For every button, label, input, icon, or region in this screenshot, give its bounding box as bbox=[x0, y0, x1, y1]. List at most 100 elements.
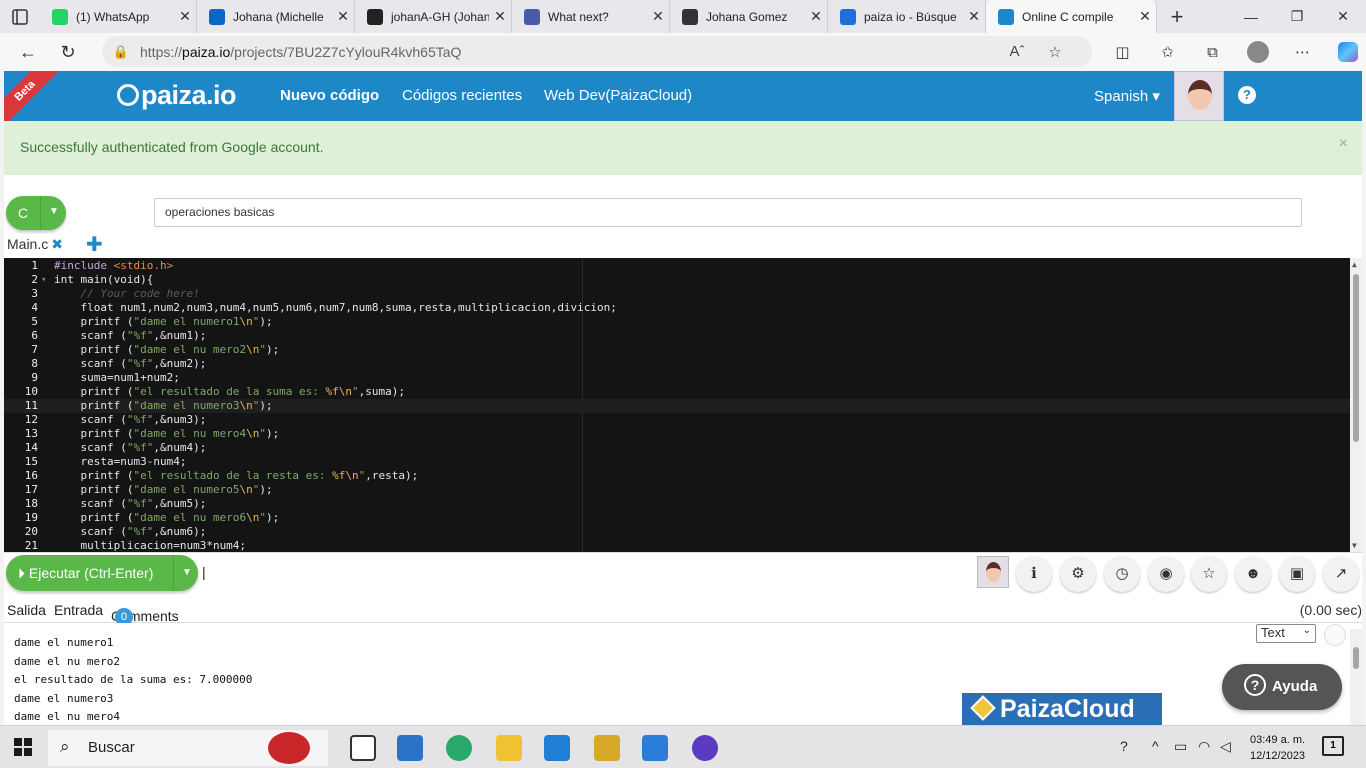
code-text[interactable]: resta=num3-num4; bbox=[54, 455, 186, 469]
project-title-input[interactable]: operaciones basicas bbox=[154, 198, 1302, 227]
add-file-icon[interactable]: ✚ bbox=[86, 232, 103, 257]
owner-avatar[interactable] bbox=[977, 556, 1009, 588]
restore-button[interactable]: ❐ bbox=[1274, 0, 1320, 33]
code-text[interactable]: printf ("el resultado de la resta es: %f… bbox=[54, 469, 418, 483]
collections-icon[interactable]: ⧉ bbox=[1190, 44, 1235, 61]
code-text[interactable]: printf ("dame el numero3\n"); bbox=[54, 399, 272, 413]
mail-icon[interactable] bbox=[397, 735, 423, 761]
copilot-taskbar-icon[interactable] bbox=[692, 735, 718, 761]
split-screen-icon[interactable]: ◫ bbox=[1100, 43, 1145, 61]
azure-data-studio-icon[interactable] bbox=[642, 735, 668, 761]
file-tab-label[interactable]: Main.c bbox=[7, 236, 48, 252]
browser-tab[interactable]: Online C compile ✕ bbox=[986, 0, 1157, 33]
close-window-button[interactable]: ✕ bbox=[1320, 0, 1366, 33]
close-tab-icon[interactable]: ✕ bbox=[963, 8, 985, 25]
gear-icon[interactable]: ⚙ bbox=[1060, 556, 1096, 592]
code-line[interactable]: 13 printf ("dame el nu mero4\n"); bbox=[4, 427, 1350, 441]
close-tab-icon[interactable]: ✕ bbox=[332, 8, 354, 25]
url-text[interactable]: https://paiza.io/projects/7BU2Z7cYylouR4… bbox=[140, 44, 461, 60]
browser-tab[interactable]: Johana (Michelle ✕ bbox=[197, 0, 355, 33]
chevron-down-icon[interactable]: ▼ bbox=[49, 206, 59, 217]
code-text[interactable]: scanf ("%f",&num6); bbox=[54, 525, 206, 539]
code-editor[interactable]: 1 #include <stdio.h> 2 ▾ int main(void){3 //… bbox=[4, 258, 1362, 552]
language-dropdown[interactable]: Spanish ▾ bbox=[1094, 87, 1160, 105]
code-text[interactable]: // Your code here! bbox=[54, 287, 200, 301]
back-button[interactable]: ← bbox=[8, 33, 48, 71]
reload-button[interactable]: ↻ bbox=[48, 33, 88, 71]
code-text[interactable]: multiplicacion=num3*num4; bbox=[54, 539, 246, 552]
star-icon[interactable]: ☆ bbox=[1191, 556, 1227, 592]
nav-webdev-paizacloud[interactable]: Web Dev(PaizaCloud) bbox=[544, 87, 692, 104]
edge-icon[interactable] bbox=[446, 735, 472, 761]
minimize-button[interactable]: — bbox=[1228, 0, 1274, 33]
start-button[interactable] bbox=[14, 738, 32, 756]
code-line[interactable]: 4 float num1,num2,num3,num4,num5,num6,nu… bbox=[4, 301, 1350, 315]
app-icon[interactable] bbox=[594, 735, 620, 761]
stdin-input[interactable]: | bbox=[202, 564, 206, 580]
nav-new-code[interactable]: Nuevo código bbox=[280, 87, 379, 104]
taskbar-search[interactable]: ⌕ Buscar bbox=[48, 730, 328, 766]
code-text[interactable]: printf ("dame el nu mero4\n"); bbox=[54, 427, 279, 441]
code-line[interactable]: 11 printf ("dame el numero3\n"); bbox=[4, 399, 1350, 413]
code-text[interactable]: printf ("dame el numero5\n"); bbox=[54, 483, 272, 497]
code-line[interactable]: 5 printf ("dame el numero1\n"); bbox=[4, 315, 1350, 329]
close-tab-icon[interactable]: ✕ bbox=[805, 8, 827, 25]
code-line[interactable]: 16 printf ("el resultado de la resta es:… bbox=[4, 469, 1350, 483]
code-line[interactable]: 20 scanf ("%f",&num6); bbox=[4, 525, 1350, 539]
help-tray-icon[interactable]: ? bbox=[1120, 738, 1128, 754]
browser-tab[interactable]: johanA-GH (Johan ✕ bbox=[355, 0, 512, 33]
language-select-button[interactable]: C ▼ bbox=[6, 196, 66, 230]
code-line[interactable]: 12 scanf ("%f",&num3); bbox=[4, 413, 1350, 427]
github-icon[interactable]: ◉ bbox=[1148, 556, 1184, 592]
lock-icon[interactable]: 🔒 bbox=[102, 44, 140, 60]
volume-icon[interactable]: ◁ bbox=[1220, 738, 1231, 755]
copy-output-button[interactable] bbox=[1324, 624, 1346, 646]
code-line[interactable]: 2 ▾ int main(void){ bbox=[4, 273, 1350, 287]
notifications-icon[interactable]: 1 bbox=[1322, 736, 1344, 756]
code-line[interactable]: 7 printf ("dame el nu mero2\n"); bbox=[4, 343, 1350, 357]
output-format-select[interactable]: Text ⌄ bbox=[1256, 624, 1316, 643]
info-icon[interactable]: ℹ bbox=[1016, 556, 1052, 592]
close-file-icon[interactable]: ✖ bbox=[51, 236, 63, 252]
close-tab-icon[interactable]: ✕ bbox=[647, 8, 669, 25]
more-menu-icon[interactable]: ⋯ bbox=[1280, 43, 1325, 61]
code-line[interactable]: 10 printf ("el resultado de la suma es: … bbox=[4, 385, 1350, 399]
close-icon[interactable]: × bbox=[1339, 135, 1348, 153]
code-text[interactable]: scanf ("%f",&num1); bbox=[54, 329, 206, 343]
code-text[interactable]: scanf ("%f",&num2); bbox=[54, 357, 206, 371]
output-scrollbar[interactable] bbox=[1350, 629, 1362, 725]
code-line[interactable]: 19 printf ("dame el nu mero6\n"); bbox=[4, 511, 1350, 525]
code-text[interactable]: suma=num1+num2; bbox=[54, 371, 179, 385]
code-line[interactable]: 1 #include <stdio.h> bbox=[4, 259, 1350, 273]
code-text[interactable]: int main(void){ bbox=[54, 273, 153, 287]
share-icon[interactable]: ↗ bbox=[1323, 556, 1359, 592]
chevron-up-icon[interactable]: ^ bbox=[1152, 738, 1159, 754]
profile-avatar[interactable] bbox=[1235, 41, 1280, 63]
browser-tab[interactable]: paiza io - Búsque ✕ bbox=[828, 0, 986, 33]
copilot-icon[interactable] bbox=[1325, 42, 1366, 62]
history-icon[interactable]: ◷ bbox=[1104, 556, 1140, 592]
favorite-star-icon[interactable]: ☆ bbox=[1036, 43, 1074, 61]
code-line[interactable]: 8 scanf ("%f",&num2); bbox=[4, 357, 1350, 371]
wifi-icon[interactable]: ◠ bbox=[1198, 738, 1210, 755]
code-text[interactable]: #include <stdio.h> bbox=[54, 259, 173, 273]
fold-toggle-icon[interactable]: ▾ bbox=[41, 273, 46, 287]
address-bar[interactable]: 🔒 https://paiza.io/projects/7BU2Z7cYylou… bbox=[102, 36, 1092, 67]
user-avatar[interactable] bbox=[1174, 71, 1224, 121]
new-tab-button[interactable]: + bbox=[1157, 4, 1197, 30]
code-text[interactable]: printf ("el resultado de la suma es: %f\… bbox=[54, 385, 405, 399]
tab-output[interactable]: Salida bbox=[7, 602, 46, 618]
close-tab-icon[interactable]: ✕ bbox=[489, 8, 511, 25]
clock[interactable]: 03:49 a. m. 12/12/2023 bbox=[1250, 732, 1305, 764]
favorites-icon[interactable]: ✩ bbox=[1145, 43, 1190, 61]
vscode-icon[interactable] bbox=[544, 735, 570, 761]
code-line[interactable]: 3 // Your code here! bbox=[4, 287, 1350, 301]
browser-tab[interactable]: (1) WhatsApp ✕ bbox=[40, 0, 197, 33]
code-text[interactable]: printf ("dame el numero1\n"); bbox=[54, 315, 272, 329]
battery-icon[interactable]: ▭ bbox=[1174, 738, 1187, 755]
run-button[interactable]: ⏵ Ejecutar (Ctrl-Enter) ▼ bbox=[6, 555, 198, 591]
code-line[interactable]: 18 scanf ("%f",&num5); bbox=[4, 497, 1350, 511]
file-tab-main[interactable]: Main.c ✖ bbox=[4, 234, 63, 258]
site-logo[interactable]: paiza.io bbox=[117, 80, 237, 111]
file-explorer-icon[interactable] bbox=[496, 735, 522, 761]
